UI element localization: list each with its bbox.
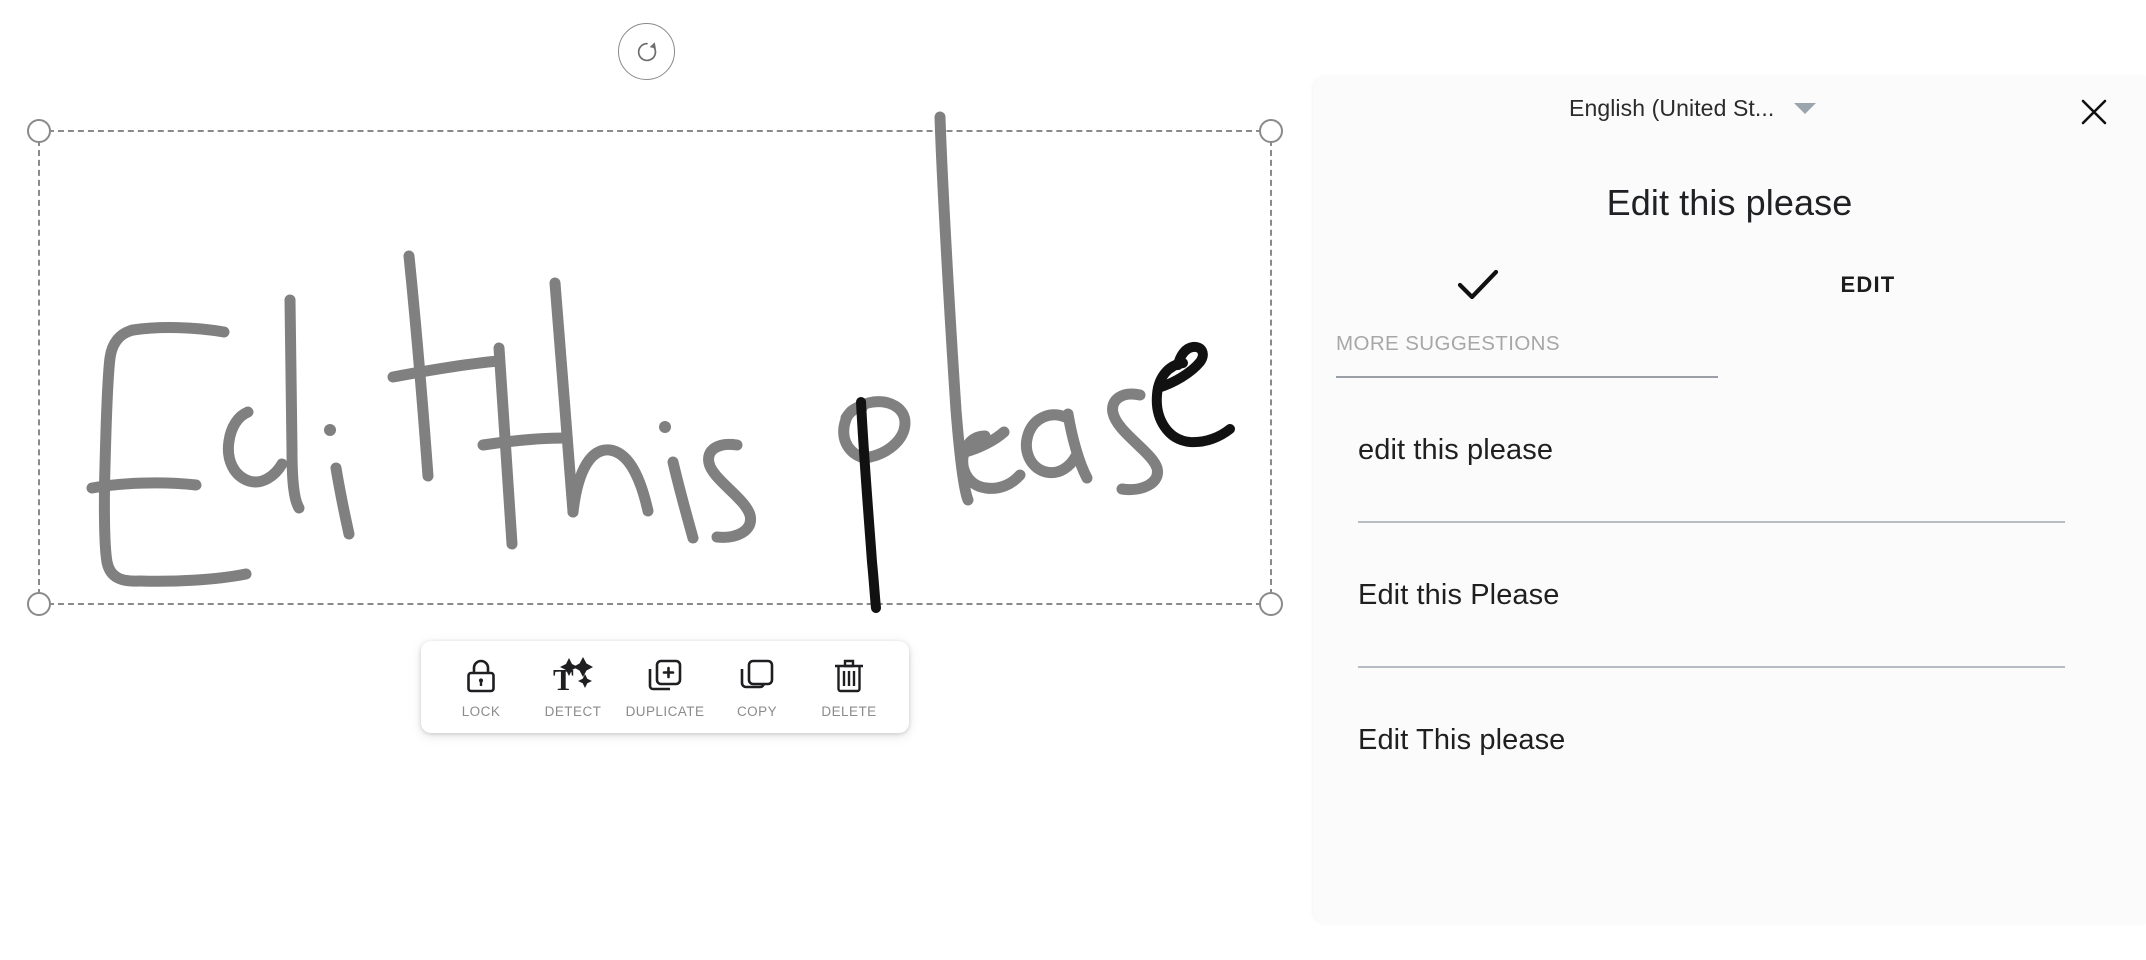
duplicate-button[interactable]: DUPLICATE: [619, 641, 711, 733]
close-button[interactable]: [2066, 84, 2122, 140]
more-suggestions-label: MORE SUGGESTIONS: [1336, 332, 1560, 355]
trash-icon: [832, 655, 866, 697]
suggestions-list: edit this please Edit this Please Edit T…: [1313, 378, 2146, 813]
edit-button[interactable]: EDIT: [1703, 258, 2033, 312]
resize-handle-bottom-right[interactable]: [1259, 592, 1283, 616]
edit-label: EDIT: [1840, 272, 1896, 297]
app-root: LOCK T DETECT DUPLICATE COPY DELETE Engl…: [0, 0, 2146, 960]
selection-bounding-box[interactable]: [27, 119, 1283, 616]
accept-button[interactable]: [1313, 258, 1643, 312]
resize-handle-top-left[interactable]: [27, 119, 51, 143]
duplicate-icon: [646, 655, 684, 697]
language-label: English (United St...: [1569, 95, 1775, 121]
object-action-toolbar[interactable]: LOCK T DETECT DUPLICATE COPY DELETE: [421, 641, 909, 733]
copy-label: COPY: [736, 704, 778, 719]
recognition-action-row: EDIT: [1313, 258, 2146, 312]
more-suggestions-section: MORE SUGGESTIONS: [1313, 332, 2146, 378]
detect-button[interactable]: T DETECT: [527, 641, 619, 733]
copy-button[interactable]: COPY: [711, 641, 803, 733]
list-item[interactable]: Edit This please: [1358, 668, 2146, 813]
recognized-text: Edit this please: [1606, 182, 1853, 223]
copy-icon: [738, 655, 776, 697]
lock-button[interactable]: LOCK: [435, 641, 527, 733]
list-item[interactable]: edit this please: [1358, 378, 2146, 523]
panel-header: English (United St...: [1313, 76, 2146, 144]
resize-handle-bottom-left[interactable]: [27, 592, 51, 616]
rotate-handle[interactable]: [618, 23, 675, 80]
chevron-down-icon: [1794, 103, 1817, 114]
suggestion-label: edit this please: [1358, 433, 1554, 466]
list-item[interactable]: Edit this Please: [1358, 523, 2146, 668]
delete-button[interactable]: DELETE: [803, 641, 895, 733]
suggestion-label: Edit this Please: [1358, 578, 1560, 611]
lock-label: LOCK: [461, 704, 501, 719]
close-icon: [2081, 99, 2107, 125]
delete-label: DELETE: [821, 704, 877, 719]
duplicate-label: DUPLICATE: [625, 704, 705, 719]
suggestion-label: Edit This please: [1358, 723, 1566, 756]
handwriting-recognition-panel: English (United St... Edit this please E…: [1313, 76, 2146, 924]
language-selector[interactable]: English (United St...: [1569, 95, 1817, 122]
detect-label: DETECT: [544, 704, 602, 719]
rotate-icon: [637, 41, 656, 61]
drawing-canvas[interactable]: LOCK T DETECT DUPLICATE COPY DELETE: [0, 0, 1313, 960]
checkmark-icon: [1457, 269, 1499, 300]
lock-icon: [464, 655, 498, 697]
resize-handle-top-right[interactable]: [1259, 119, 1283, 143]
text-detect-sparkle-icon: T: [552, 655, 594, 697]
